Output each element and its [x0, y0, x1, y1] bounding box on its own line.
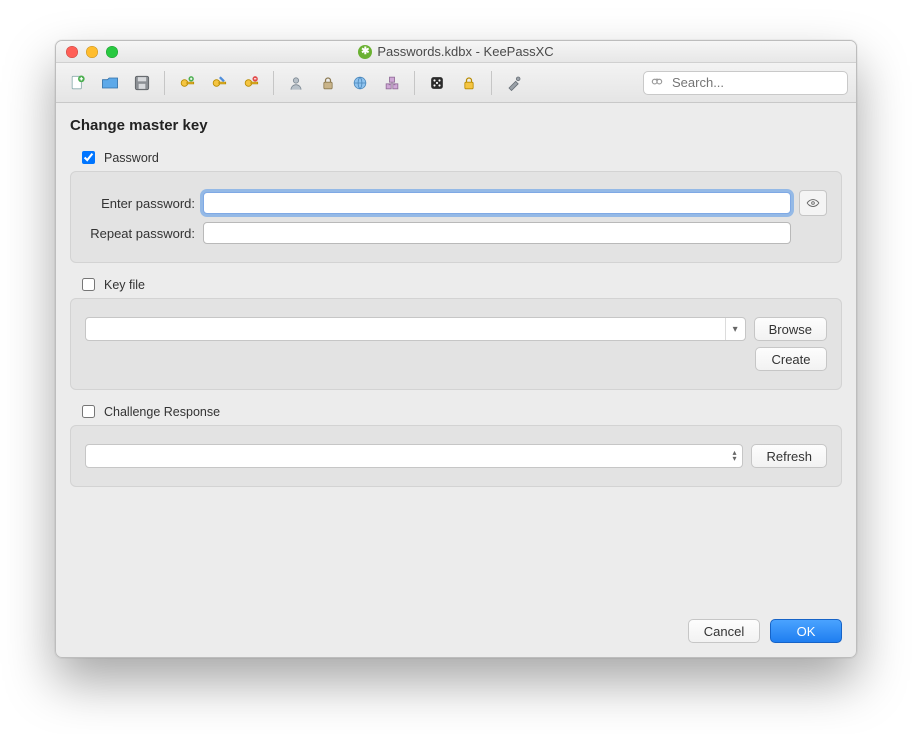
- toolbar-separator: [491, 71, 492, 95]
- toolbar-separator: [164, 71, 165, 95]
- toolbar-separator: [273, 71, 274, 95]
- enter-password-input[interactable]: [203, 192, 791, 214]
- toggle-password-visibility-button[interactable]: [799, 190, 827, 216]
- toolbar-separator: [414, 71, 415, 95]
- app-window: ✱ Passwords.kdbx - KeePassXC: [55, 40, 857, 658]
- enter-password-label: Enter password:: [85, 196, 195, 211]
- search-box[interactable]: [643, 71, 848, 95]
- create-keyfile-button[interactable]: Create: [755, 347, 827, 371]
- lock-database-icon: [459, 73, 479, 93]
- zoom-window-button[interactable]: [106, 46, 118, 58]
- password-generator-icon: [427, 73, 447, 93]
- password-generator-button[interactable]: [423, 69, 451, 97]
- refresh-button[interactable]: Refresh: [751, 444, 827, 468]
- challenge-checkbox[interactable]: [82, 405, 95, 418]
- titlebar: ✱ Passwords.kdbx - KeePassXC: [56, 41, 856, 63]
- challenge-panel: ▴▾ Refresh: [70, 425, 842, 487]
- settings-icon: [504, 73, 524, 93]
- window-title: Passwords.kdbx - KeePassXC: [377, 44, 553, 59]
- settings-button[interactable]: [500, 69, 528, 97]
- copy-password-icon: [318, 73, 338, 93]
- repeat-password-label: Repeat password:: [85, 226, 195, 241]
- keyfile-path-combo[interactable]: ▾: [85, 317, 746, 341]
- new-database-button[interactable]: [64, 69, 92, 97]
- edit-entry-button[interactable]: [205, 69, 233, 97]
- copy-url-button[interactable]: [346, 69, 374, 97]
- open-database-icon: [100, 73, 120, 93]
- app-icon: ✱: [358, 45, 372, 59]
- close-window-button[interactable]: [66, 46, 78, 58]
- ok-button[interactable]: OK: [770, 619, 842, 643]
- save-database-button[interactable]: [128, 69, 156, 97]
- cancel-button[interactable]: Cancel: [688, 619, 760, 643]
- chevron-down-icon[interactable]: ▾: [725, 318, 745, 340]
- challenge-section-toggle[interactable]: Challenge Response: [78, 402, 842, 421]
- browse-button[interactable]: Browse: [754, 317, 827, 341]
- keyfile-path-input[interactable]: [86, 318, 725, 340]
- open-database-button[interactable]: [96, 69, 124, 97]
- page-title: Change master key: [70, 117, 842, 134]
- new-database-icon: [68, 73, 88, 93]
- updown-icon: ▴▾: [732, 450, 736, 462]
- eye-icon: [806, 195, 820, 211]
- footer: Cancel OK: [56, 609, 856, 657]
- toolbar: [56, 63, 856, 103]
- copy-username-button[interactable]: [282, 69, 310, 97]
- challenge-checkbox-label: Challenge Response: [104, 405, 220, 419]
- keyfile-panel: ▾ Browse Create: [70, 298, 842, 390]
- minimize-window-button[interactable]: [86, 46, 98, 58]
- content-area: Change master key Password Enter passwor…: [56, 103, 856, 609]
- binoculars-icon: [650, 74, 664, 91]
- keyfile-checkbox[interactable]: [82, 278, 95, 291]
- password-panel: Enter password: Repeat password:: [70, 171, 842, 263]
- add-entry-icon: [177, 73, 197, 93]
- save-database-icon: [132, 73, 152, 93]
- copy-username-icon: [286, 73, 306, 93]
- lock-database-button[interactable]: [455, 69, 483, 97]
- repeat-password-input[interactable]: [203, 222, 791, 244]
- delete-entry-icon: [241, 73, 261, 93]
- copy-password-button[interactable]: [314, 69, 342, 97]
- edit-entry-icon: [209, 73, 229, 93]
- autotype-icon: [382, 73, 402, 93]
- password-checkbox[interactable]: [82, 151, 95, 164]
- autotype-button[interactable]: [378, 69, 406, 97]
- search-input[interactable]: [670, 74, 841, 91]
- challenge-select[interactable]: ▴▾: [85, 444, 743, 468]
- copy-url-icon: [350, 73, 370, 93]
- delete-entry-button[interactable]: [237, 69, 265, 97]
- add-entry-button[interactable]: [173, 69, 201, 97]
- password-section-toggle[interactable]: Password: [78, 148, 842, 167]
- keyfile-section-toggle[interactable]: Key file: [78, 275, 842, 294]
- keyfile-checkbox-label: Key file: [104, 278, 145, 292]
- password-checkbox-label: Password: [104, 151, 159, 165]
